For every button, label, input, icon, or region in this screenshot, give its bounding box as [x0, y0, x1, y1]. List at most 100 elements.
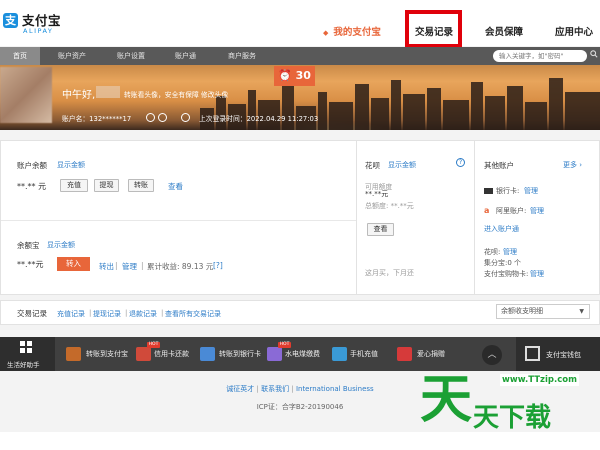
- skyline: [471, 82, 483, 130]
- huabei-available-value: **.**元: [365, 190, 389, 198]
- alarm-clock-icon: ⏰: [278, 69, 296, 82]
- search-input[interactable]: 输入关键字，如"密码": [493, 50, 587, 62]
- subnav-settings[interactable]: 账户设置: [117, 47, 145, 65]
- sub-navigation: 首页 账户资产 账户设置 账户通 商户服务 输入关键字，如"密码": [0, 47, 600, 65]
- dock-transfer-bank[interactable]: 转账到银行卡: [200, 337, 268, 371]
- skyline: [525, 102, 547, 130]
- diamond-icon: ◆: [323, 29, 329, 37]
- watermark-text: 天下载: [473, 403, 552, 433]
- huabei-show-amount[interactable]: 显示金额: [388, 160, 416, 170]
- avatar[interactable]: [0, 67, 52, 123]
- balance-show-amount[interactable]: 显示金额: [57, 160, 85, 170]
- footer-contact[interactable]: 联系我们: [261, 385, 289, 393]
- username-blurred: [96, 86, 120, 98]
- transfer-in-button[interactable]: 转入: [57, 257, 90, 271]
- yuebao-earnings: 累计收益: 89.13 元: [147, 262, 214, 271]
- withdraw-records-link[interactable]: 提现记录: [93, 309, 121, 319]
- phone-icon[interactable]: [158, 113, 167, 122]
- dock-credit-card[interactable]: HOT 信用卡还款: [136, 337, 196, 371]
- divider: [1, 220, 356, 221]
- top-header: [0, 0, 600, 46]
- footer-careers[interactable]: 诚征英才: [226, 385, 254, 393]
- qr-icon: [525, 346, 540, 361]
- separator: |: [89, 309, 92, 317]
- transfer-button[interactable]: 转账: [128, 179, 154, 192]
- nav-app-center[interactable]: 应用中心: [555, 24, 593, 38]
- logo-subtext: ALIPAY: [23, 27, 54, 35]
- grid-icon: [20, 341, 33, 354]
- balance-view-link[interactable]: 查看: [168, 181, 183, 192]
- skyline: [485, 96, 505, 130]
- search-icon[interactable]: [590, 50, 598, 58]
- help-icon[interactable]: ?: [456, 158, 465, 167]
- divider: [474, 141, 475, 294]
- bank-card-manage[interactable]: 管理: [524, 186, 538, 196]
- life-assistant-button[interactable]: 生活好助手: [0, 337, 55, 371]
- yuebao-manage-link[interactable]: 管理: [122, 261, 137, 272]
- hot-badge: HOT: [278, 342, 291, 348]
- skyline: [282, 86, 294, 130]
- nav-member-protection[interactable]: 会员保障: [485, 24, 523, 38]
- bank-card-icon: [484, 188, 493, 194]
- subnav-account-link[interactable]: 账户通: [175, 47, 196, 65]
- yuebao-show-amount[interactable]: 显示金额: [47, 240, 75, 250]
- skyline: [507, 86, 523, 130]
- skyline: [549, 78, 563, 130]
- shield-icon[interactable]: [181, 113, 190, 122]
- dock-phone-recharge[interactable]: 手机充值: [332, 337, 387, 371]
- transfer-icon: [66, 347, 81, 361]
- skyline: [329, 102, 353, 130]
- huabei-manage[interactable]: 管理: [503, 247, 517, 257]
- wallet-label: 支付宝钱包: [546, 351, 581, 359]
- alarm-badge[interactable]: ⏰ 30: [274, 66, 315, 86]
- recharge-records-link[interactable]: 充值记录: [57, 309, 85, 319]
- alipay-logo-icon[interactable]: 支: [3, 13, 18, 28]
- grid-cell: [20, 348, 25, 353]
- skyline: [318, 92, 327, 130]
- record-type-select[interactable]: 余额收支明细 ▼: [496, 304, 590, 319]
- ali-account-label: 阿里账户:: [496, 207, 527, 215]
- skyline: [565, 92, 600, 130]
- earnings-help-link[interactable]: [?]: [213, 261, 223, 270]
- greeting: 中午好,: [62, 90, 96, 101]
- huabei-note: 这月买，下月还: [365, 269, 414, 277]
- subnav-home[interactable]: 首页: [0, 47, 40, 65]
- divider: [356, 141, 357, 294]
- jifenbao: 集分宝:0 个: [484, 259, 522, 267]
- huabei-view-button[interactable]: 查看: [367, 223, 394, 236]
- chevron-down-icon: ▼: [579, 308, 584, 315]
- avatar-tip[interactable]: 转账看头像，安全有保障 修改头像: [124, 89, 228, 99]
- watermark-url: www.TTzip.com: [500, 374, 579, 386]
- huabei-total: 总额度: **.**元: [365, 202, 414, 210]
- recharge-button[interactable]: 充值: [60, 179, 88, 192]
- highlight-box: [405, 10, 462, 48]
- ali-account-manage[interactable]: 管理: [530, 206, 544, 216]
- more-link[interactable]: 更多 ›: [563, 160, 582, 170]
- all-records-link[interactable]: 查看所有交易记录: [165, 309, 221, 319]
- bottom-strip: [0, 432, 600, 450]
- enter-account-link[interactable]: 进入账户通: [484, 224, 519, 234]
- skyline: [248, 90, 256, 130]
- user-icon[interactable]: [146, 113, 155, 122]
- nav-my-alipay[interactable]: ◆ 我的支付宝: [323, 24, 381, 38]
- credit-card-icon: [136, 347, 151, 361]
- footer-international[interactable]: International Business: [296, 385, 374, 393]
- separator: |: [291, 385, 294, 393]
- shopping-card-manage[interactable]: 管理: [530, 269, 544, 279]
- dock-utilities[interactable]: HOT 水电煤缴费: [267, 337, 327, 371]
- withdraw-button[interactable]: 提现: [94, 179, 119, 192]
- subnav-assets[interactable]: 账户资产: [58, 47, 86, 65]
- wallet-button[interactable]: 支付宝钱包: [516, 337, 600, 371]
- subnav-merchant[interactable]: 商户服务: [228, 47, 256, 65]
- skyline: [427, 88, 441, 130]
- last-login-time: 上次登录时间：2022.04.29 11:27:03: [199, 115, 319, 123]
- skyline: [403, 94, 425, 130]
- separator: |: [161, 309, 164, 317]
- other-accounts-title: 其他账户: [484, 161, 514, 170]
- transfer-out-link[interactable]: 转出: [99, 261, 114, 272]
- dock-transfer-alipay[interactable]: 转账到支付宝: [66, 337, 136, 371]
- chevron-up-icon[interactable]: ︿: [482, 345, 502, 365]
- refund-records-link[interactable]: 退款记录: [129, 309, 157, 319]
- grid-cell: [27, 341, 32, 346]
- skyline: [391, 80, 401, 130]
